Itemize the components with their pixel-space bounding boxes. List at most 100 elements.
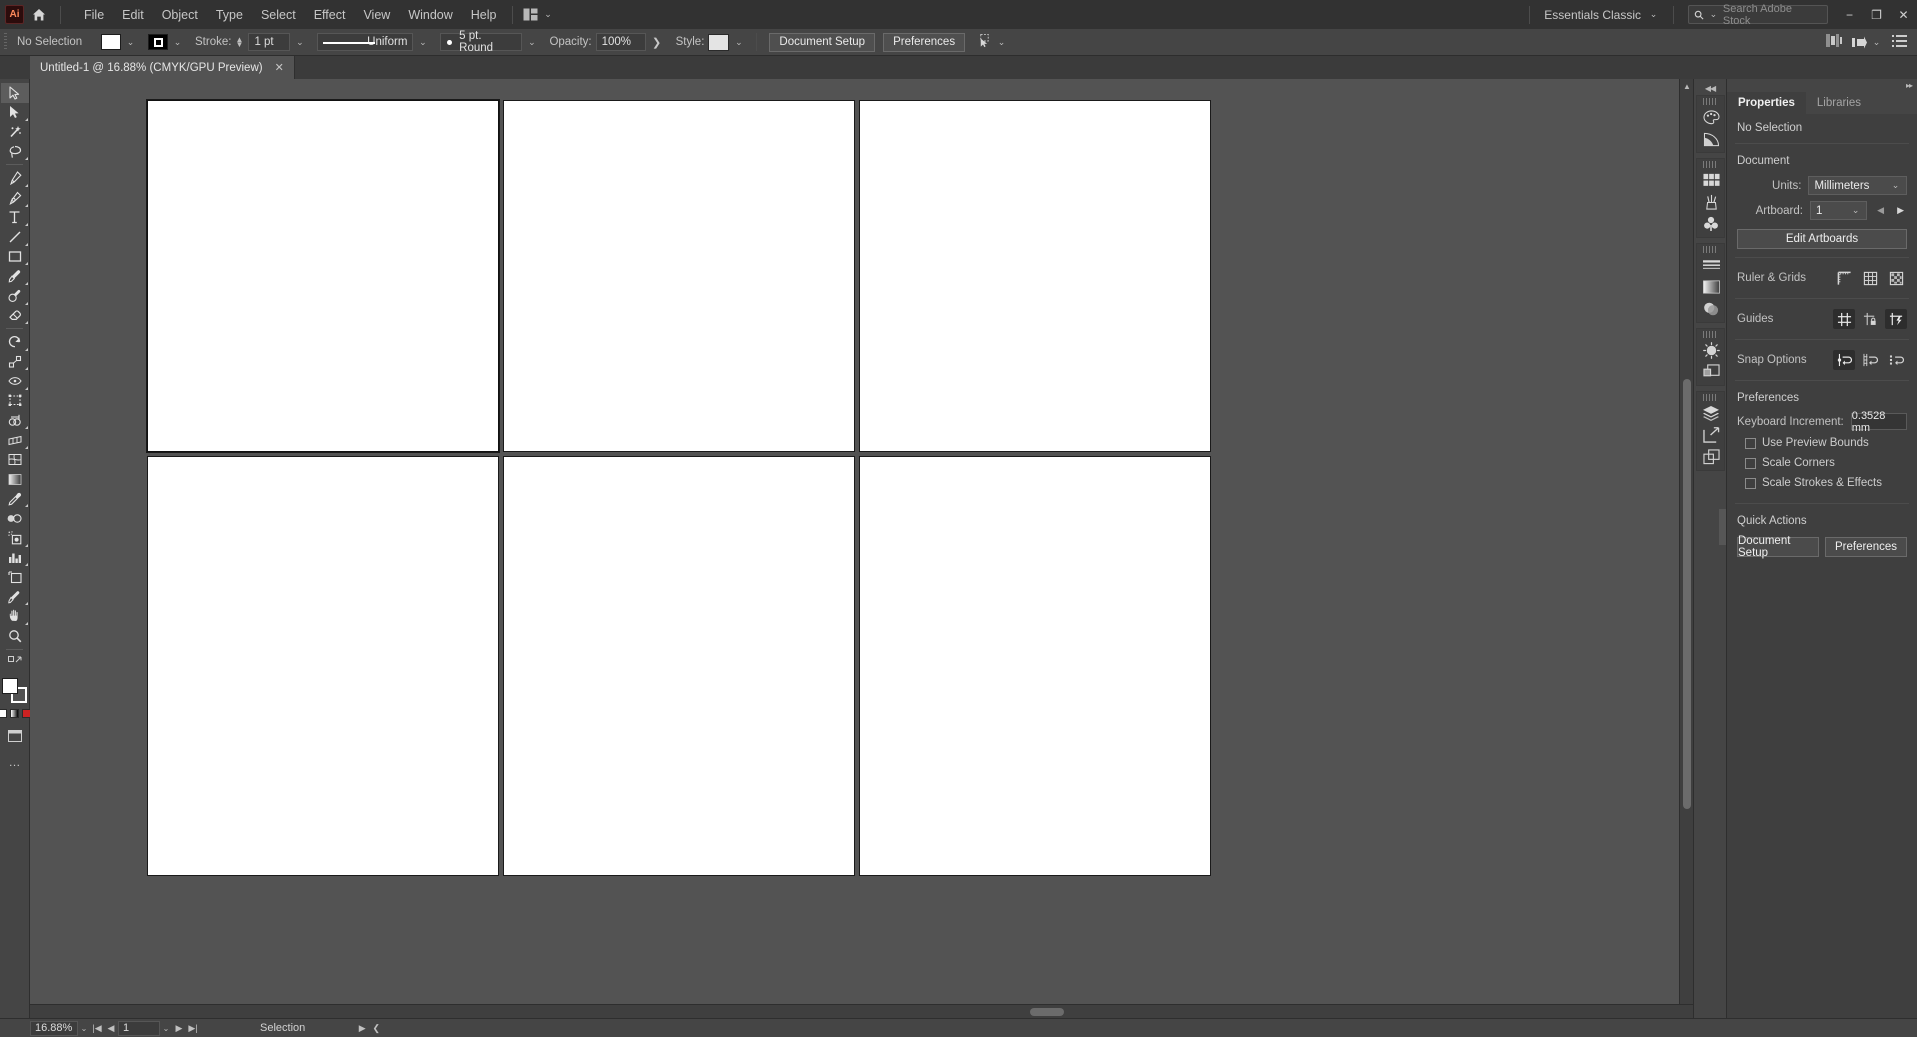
- stroke-profile-caret-icon[interactable]: ⌄: [417, 37, 428, 47]
- select-similar-caret-icon[interactable]: ⌄: [996, 37, 1007, 47]
- free-transform-tool[interactable]: [1, 391, 29, 411]
- fill-caret-icon[interactable]: ⌄: [125, 37, 136, 47]
- menu-select[interactable]: Select: [252, 4, 305, 26]
- artboard-5[interactable]: [503, 456, 855, 876]
- rail-gripper-5[interactable]: [1702, 394, 1718, 401]
- artboard-2[interactable]: [503, 100, 855, 452]
- next-artboard-icon[interactable]: ▶: [1894, 205, 1907, 216]
- search-input[interactable]: ⌄ Search Adobe Stock: [1688, 3, 1828, 27]
- artboard-3[interactable]: [859, 100, 1211, 452]
- restore-button[interactable]: ❐: [1863, 0, 1890, 29]
- artboard-number-input[interactable]: 1: [118, 1020, 160, 1036]
- color-panel-icon[interactable]: [1697, 106, 1726, 128]
- eraser-tool[interactable]: [1, 306, 29, 326]
- asset-export-panel-icon[interactable]: [1697, 446, 1726, 468]
- scale-strokes-effects-row[interactable]: Scale Strokes & Effects: [1727, 473, 1917, 493]
- panel-resize-handle[interactable]: [1719, 509, 1726, 545]
- canvas-area[interactable]: ▲ ▼: [30, 79, 1693, 1018]
- graphic-styles-panel-icon[interactable]: [1697, 361, 1726, 383]
- edit-artboards-button[interactable]: Edit Artboards: [1737, 229, 1907, 249]
- scroll-up-icon[interactable]: ▲: [1680, 79, 1693, 93]
- stroke-weight-caret-icon[interactable]: ⌄: [294, 37, 305, 47]
- pen-tool[interactable]: [1, 168, 29, 188]
- gradient-tool[interactable]: [1, 469, 29, 489]
- quick-document-setup-button[interactable]: Document Setup: [1737, 535, 1819, 559]
- show-guides-icon[interactable]: [1833, 309, 1855, 329]
- brush-definition-select[interactable]: 5 pt. Round: [440, 30, 523, 54]
- document-tab[interactable]: Untitled-1 @ 16.88% (CMYK/GPU Preview) ✕: [30, 56, 295, 79]
- magic-wand-tool[interactable]: [1, 122, 29, 142]
- zoom-caret-icon[interactable]: ⌄: [78, 1024, 90, 1033]
- fill-swatch[interactable]: [101, 34, 121, 50]
- lock-guides-icon[interactable]: [1859, 309, 1881, 329]
- slice-tool[interactable]: [1, 587, 29, 607]
- close-button[interactable]: ✕: [1890, 0, 1917, 29]
- artboard-caret-icon[interactable]: ⌄: [160, 1024, 172, 1033]
- type-tool[interactable]: [1, 208, 29, 228]
- perspective-grid-tool[interactable]: [1, 430, 29, 450]
- menu-file[interactable]: File: [75, 4, 113, 26]
- menu-edit[interactable]: Edit: [113, 4, 153, 26]
- artboard-tool[interactable]: [1, 567, 29, 587]
- symbols-panel-icon[interactable]: [1697, 213, 1726, 235]
- scale-strokes-effects-checkbox[interactable]: [1745, 477, 1756, 489]
- snap-to-pixel-icon[interactable]: [1885, 350, 1907, 370]
- arrange-documents-control[interactable]: ⌄: [519, 8, 554, 21]
- stroke-panel-icon[interactable]: [1697, 254, 1726, 276]
- fill-stroke-indicator[interactable]: [1, 678, 28, 704]
- swatches-panel-icon[interactable]: [1697, 169, 1726, 191]
- next-artboard-button[interactable]: ▶: [172, 1023, 186, 1034]
- canvas-horizontal-scrollbar[interactable]: [30, 1004, 1693, 1018]
- snap-to-point-icon[interactable]: [1833, 350, 1855, 370]
- use-preview-bounds-row[interactable]: Use Preview Bounds: [1727, 433, 1917, 453]
- align-icon[interactable]: [1826, 34, 1842, 50]
- more-tools-icon[interactable]: …: [1, 752, 29, 772]
- menu-type[interactable]: Type: [207, 4, 252, 26]
- stroke-weight-input[interactable]: 1 pt: [248, 33, 291, 51]
- opacity-input[interactable]: 100%: [595, 33, 646, 51]
- lasso-tool[interactable]: [1, 142, 29, 162]
- show-grid-icon[interactable]: [1859, 268, 1881, 288]
- preferences-button[interactable]: Preferences: [883, 32, 966, 52]
- symbol-sprayer-tool[interactable]: [1, 528, 29, 548]
- brushes-panel-icon[interactable]: [1697, 191, 1726, 213]
- artboards-panel-icon[interactable]: [1697, 424, 1726, 446]
- artboard-1[interactable]: [147, 100, 499, 452]
- last-artboard-button[interactable]: ▶|: [186, 1023, 200, 1034]
- curvature-tool[interactable]: [1, 188, 29, 208]
- collapse-to-icons-icon[interactable]: ▸▸: [1906, 81, 1913, 90]
- toolbar-edit-icon[interactable]: [1, 653, 29, 673]
- menu-view[interactable]: View: [354, 4, 399, 26]
- document-setup-button[interactable]: Document Setup: [769, 32, 876, 52]
- collapse-panels-icon[interactable]: ◀◀: [1694, 81, 1727, 95]
- first-artboard-button[interactable]: |◀: [90, 1023, 104, 1034]
- horizontal-scroll-thumb[interactable]: [1030, 1008, 1064, 1016]
- snap-to-grid-icon[interactable]: [1859, 350, 1881, 370]
- stroke-weight-stepper[interactable]: ▲ ▼: [235, 36, 244, 49]
- fill-color-group[interactable]: ⌄: [95, 29, 142, 56]
- screen-mode-icon[interactable]: [1, 726, 29, 746]
- appearance-panel-icon[interactable]: [1697, 339, 1726, 361]
- fill-color-box[interactable]: [1, 678, 18, 695]
- line-segment-tool[interactable]: [1, 227, 29, 247]
- style-caret-icon[interactable]: ⌄: [733, 37, 744, 47]
- direct-selection-tool[interactable]: [1, 103, 29, 123]
- close-icon[interactable]: ✕: [275, 61, 284, 74]
- paintbrush-tool[interactable]: [1, 266, 29, 286]
- distribute-caret-icon[interactable]: ⌄: [1871, 37, 1882, 47]
- select-similar-objects-icon[interactable]: [977, 33, 992, 51]
- color-guide-panel-icon[interactable]: [1697, 128, 1726, 150]
- gradient-mode-icon[interactable]: [10, 709, 19, 719]
- search-caret-icon[interactable]: ⌄: [1708, 10, 1719, 19]
- menu-window[interactable]: Window: [399, 4, 461, 26]
- scale-tool[interactable]: [1, 352, 29, 372]
- tab-properties[interactable]: Properties: [1727, 92, 1806, 114]
- home-icon[interactable]: [24, 0, 54, 29]
- minimize-button[interactable]: −: [1836, 0, 1863, 29]
- blend-tool[interactable]: [1, 508, 29, 528]
- zoom-tool[interactable]: [1, 626, 29, 646]
- opacity-options-icon[interactable]: ❯: [650, 36, 664, 49]
- prev-artboard-icon[interactable]: ◀: [1874, 205, 1887, 216]
- artboard-4[interactable]: [147, 456, 499, 876]
- zoom-input[interactable]: 16.88%: [30, 1020, 78, 1036]
